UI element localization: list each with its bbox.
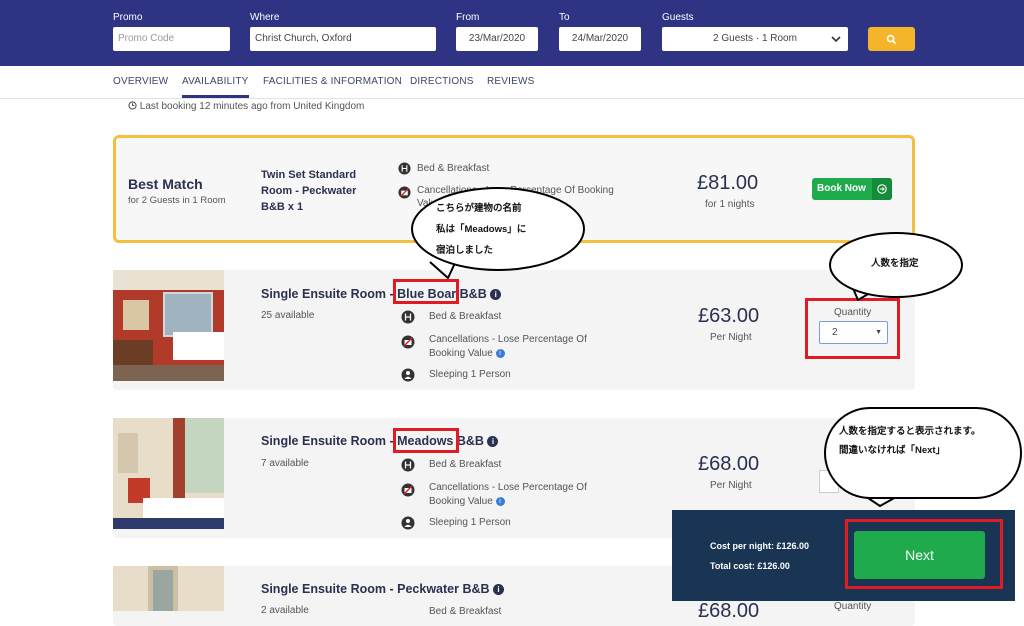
bubble-quantity: 人数を指定 (871, 258, 919, 269)
speech-bubbles (411, 187, 1022, 507)
bubble-building-line2: 私は「Meadows」に (436, 224, 527, 235)
bubble-next-line2: 間違いなければ「Next」 (839, 445, 946, 456)
bubble-building-line3: 宿泊しました (436, 245, 494, 256)
bubble-building-line1: こちらが建物の名前 (436, 203, 522, 214)
bubble-next-line1: 人数を指定すると表示されます。 (839, 426, 981, 437)
